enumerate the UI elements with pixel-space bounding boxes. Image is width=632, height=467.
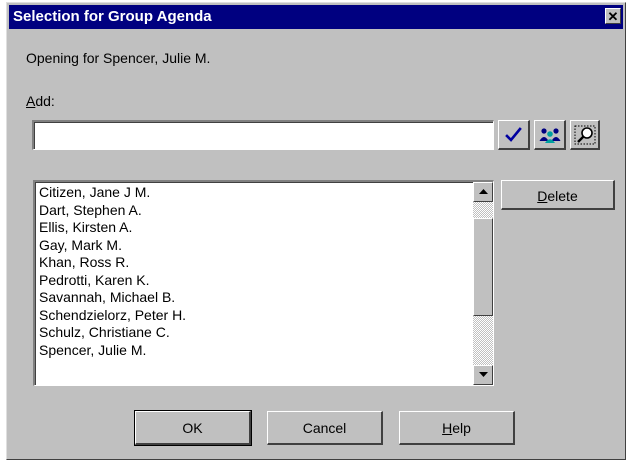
delete-label: elete [547, 188, 578, 204]
title-bar: Selection for Group Agenda ✕ [9, 5, 623, 29]
group-button[interactable] [534, 120, 566, 150]
opening-label: Opening for Spencer, Julie M. [26, 50, 211, 66]
list-item[interactable]: Pedrotti, Karen K. [39, 272, 471, 290]
confirm-button[interactable] [498, 120, 530, 150]
selection-dialog: Selection for Group Agenda ✕ Opening for… [6, 2, 626, 460]
close-icon[interactable]: ✕ [605, 8, 621, 24]
list-item[interactable]: Spencer, Julie M. [39, 342, 471, 360]
search-button[interactable] [570, 120, 600, 150]
scroll-thumb[interactable] [473, 218, 493, 316]
list-item[interactable]: Schendzielorz, Peter H. [39, 307, 471, 325]
add-input[interactable] [32, 120, 494, 150]
group-icon [539, 127, 560, 143]
ok-button[interactable]: OK [134, 410, 252, 446]
list-item[interactable]: Khan, Ross R. [39, 254, 471, 272]
help-mnemonic: H [442, 420, 453, 436]
add-label: Add: [26, 93, 55, 109]
add-label-rest: dd: [35, 93, 55, 109]
list-item[interactable]: Gay, Mark M. [39, 237, 471, 255]
list-item[interactable]: Savannah, Michael B. [39, 289, 471, 307]
help-button[interactable]: Help [399, 411, 515, 445]
check-icon [504, 126, 522, 142]
recipient-list[interactable]: Citizen, Jane J M. Dart, Stephen A. Elli… [33, 180, 494, 386]
add-label-mnemonic: A [26, 93, 36, 109]
recipient-list-items: Citizen, Jane J M. Dart, Stephen A. Elli… [39, 184, 471, 359]
delete-mnemonic: D [537, 188, 548, 204]
list-item[interactable]: Ellis, Kirsten A. [39, 219, 471, 237]
window-title: Selection for Group Agenda [13, 8, 212, 25]
cancel-button[interactable]: Cancel [267, 411, 383, 445]
list-item[interactable]: Citizen, Jane J M. [39, 184, 471, 202]
arrow-down-icon [478, 372, 488, 377]
list-item[interactable]: Dart, Stephen A. [39, 202, 471, 220]
scroll-down-button[interactable] [473, 365, 493, 385]
help-label: elp [452, 420, 471, 436]
vertical-scrollbar[interactable] [473, 182, 493, 385]
list-item[interactable]: Schulz, Christiane C. [39, 324, 471, 342]
delete-button[interactable]: Delete [501, 180, 615, 210]
arrow-up-icon [478, 189, 488, 194]
magnifier-icon [574, 125, 595, 144]
scroll-up-button[interactable] [473, 182, 493, 202]
